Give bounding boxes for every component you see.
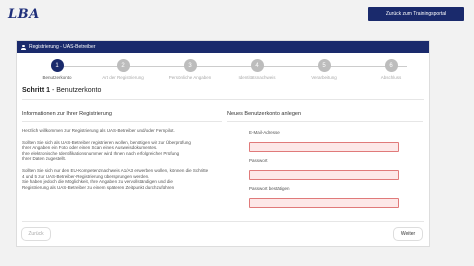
confirm-password-field-group: Passwort bestätigen: [249, 186, 399, 209]
step-title-rest: - Benutzerkonto: [50, 87, 102, 94]
step-circle: 1: [50, 59, 64, 72]
step-4: 4 Identitätsnachweis: [227, 59, 287, 80]
info-welcome-text: Herzlich willkommen zur Registrierung al…: [22, 128, 175, 133]
password-label: Passwort: [249, 158, 268, 163]
step-circle: 2: [116, 59, 130, 72]
account-section: Neues Benutzerkonto anlegen E-Mail-Adres…: [227, 111, 423, 208]
text-line: Registrierung als UAS-Betreiber zu einem…: [22, 184, 175, 190]
step-label: Art der Registrierung: [102, 75, 144, 80]
step-1: 1 Benutzerkonto: [27, 59, 87, 80]
info-title: Informationen zur Ihrer Registrierung: [22, 111, 222, 122]
step-title-bold: Schritt 1: [22, 87, 51, 94]
info-competency-text: Sollten Sie sich nur den EU-Kompetenznac…: [22, 168, 222, 190]
email-input[interactable]: [249, 142, 399, 152]
step-label: Abschluss: [380, 75, 402, 80]
footer-divider: [22, 221, 424, 222]
step-label: Identitätsnachweis: [238, 75, 276, 80]
confirm-password-input[interactable]: [249, 198, 399, 208]
progress-stepper: 1 Benutzerkonto 2 Art der Registrierung …: [17, 53, 429, 83]
step-5: 5 Verarbeitung: [294, 59, 354, 80]
step-label: Benutzerkonto: [42, 75, 72, 80]
top-bar: LBA Zurück zum Trainingsportal: [0, 0, 474, 30]
text-line: Sollten Sie sich nur den EU-Kompetenznac…: [22, 167, 209, 173]
back-button[interactable]: Zurück: [21, 227, 51, 241]
email-label: E-Mail-Adresse: [249, 130, 280, 135]
divider: [22, 99, 424, 100]
info-section: Informationen zur Ihrer Registrierung He…: [22, 111, 222, 190]
step-circle: 4: [250, 59, 264, 72]
step-3: 3 Persönliche Angaben: [160, 59, 220, 80]
card-title: Registrierung - UAS-Betreiber: [29, 44, 96, 50]
user-plus-icon: [21, 44, 26, 50]
account-title: Neues Benutzerkonto anlegen: [227, 111, 423, 122]
step-2: 2 Art der Registrierung: [93, 59, 153, 80]
logo-text: LBA: [8, 7, 40, 22]
text-line: Ihrer Daten zugestellt.: [22, 156, 67, 162]
registration-card: Registrierung - UAS-Betreiber 1 Benutzer…: [16, 40, 430, 247]
step-label: Verarbeitung: [311, 75, 337, 80]
email-field-group: E-Mail-Adresse: [249, 130, 399, 153]
step-label: Persönliche Angaben: [168, 75, 212, 80]
info-operator-text: Sollten Sie sich als UAS-Betreiber regis…: [22, 140, 222, 162]
step-6: 6 Abschluss: [361, 59, 421, 80]
back-to-training-portal-button[interactable]: Zurück zum Trainingsportal: [368, 7, 464, 21]
page-title: Schritt 1 - Benutzerkonto: [22, 87, 101, 94]
password-input[interactable]: [249, 170, 399, 180]
step-circle: 5: [317, 59, 331, 72]
step-circle: 6: [384, 59, 398, 72]
step-circle: 3: [183, 59, 197, 72]
confirm-password-label: Passwort bestätigen: [249, 186, 290, 191]
next-button[interactable]: Weiter: [393, 227, 423, 241]
lba-logo[interactable]: LBA: [8, 5, 40, 23]
card-header: Registrierung - UAS-Betreiber: [17, 41, 429, 53]
password-field-group: Passwort: [249, 158, 399, 181]
